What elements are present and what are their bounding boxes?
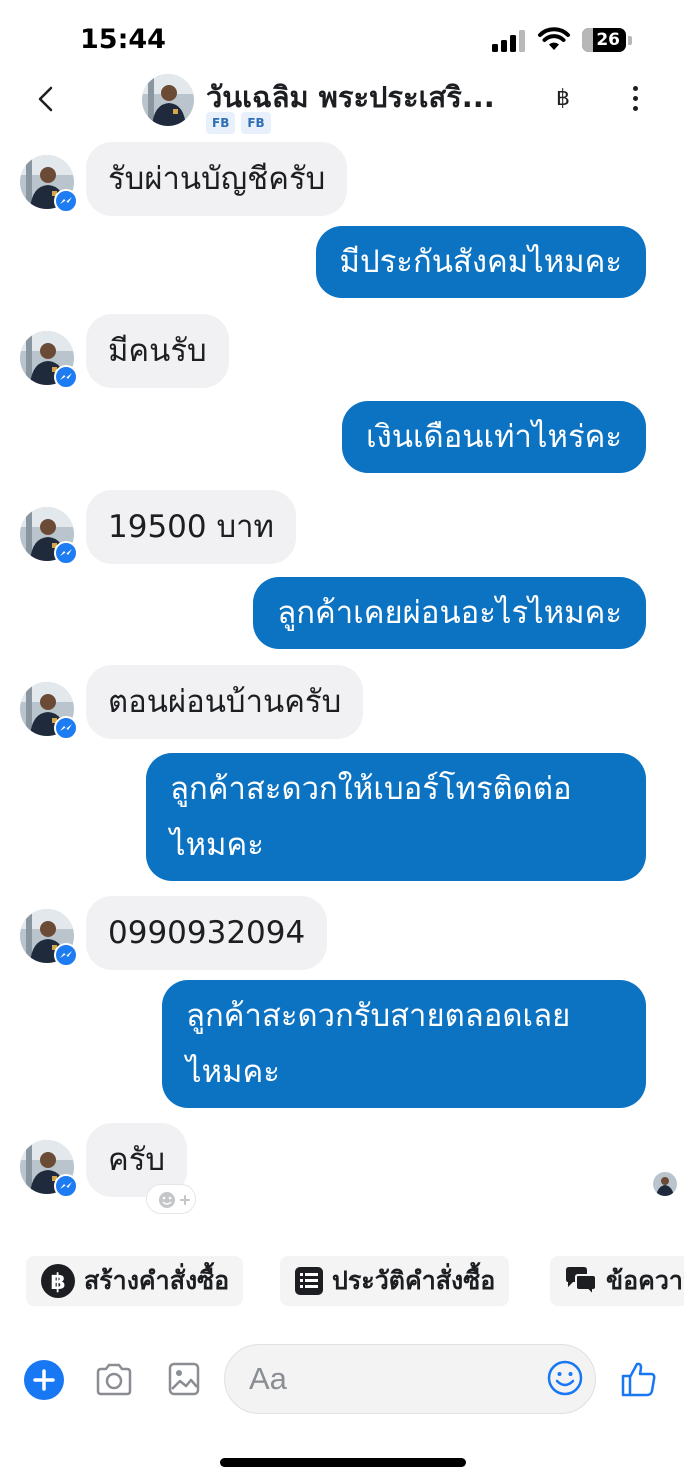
messenger-badge-icon (54, 1174, 78, 1198)
create-order-button[interactable]: ฿ สร้างคำสั่งซื้อ (26, 1256, 244, 1306)
message-bubble-outgoing[interactable]: เงินเดือนเท่าไหร่คะ (342, 401, 646, 473)
svg-text:฿: ฿ (50, 1270, 65, 1295)
emoji-icon[interactable] (547, 1360, 583, 1396)
create-order-label: สร้างคำสั่งซื้อ (84, 1266, 230, 1295)
contact-avatar[interactable] (142, 74, 194, 126)
back-chevron-icon[interactable] (32, 84, 62, 114)
add-reaction-button[interactable] (146, 1184, 196, 1214)
message-input[interactable] (249, 1359, 539, 1399)
order-list-icon (295, 1267, 323, 1295)
message-bubble-incoming[interactable]: ตอนผ่อนบ้านครับ (86, 665, 364, 739)
messenger-badge-icon (54, 541, 78, 565)
message-bubble-outgoing[interactable]: มีประกันสังคมไหมคะ (315, 226, 646, 298)
battery-icon: 26 (582, 28, 632, 52)
messenger-badge-icon (54, 365, 78, 389)
wifi-icon (538, 27, 570, 50)
status-time: 15:44 (80, 24, 166, 55)
message-bubble-incoming[interactable]: 19500 บาท (86, 490, 296, 564)
chat-header: วันเฉลิม พระประเสริ... FB FB ฿ (0, 70, 684, 142)
messenger-badge-icon (54, 716, 78, 740)
cellular-signal-icon (492, 30, 526, 52)
battery-percent: 26 (596, 30, 620, 50)
order-history-button[interactable]: ประวัติคำสั่งซื้อ (280, 1256, 510, 1306)
message-list[interactable]: รับผ่านบัญชีครับ มีประกันสังคมไหมคะ มีคน… (0, 142, 684, 1232)
baht-icon[interactable]: ฿ (556, 86, 570, 111)
chat-bubbles-icon (566, 1267, 597, 1296)
home-indicator[interactable] (220, 1458, 466, 1467)
message-bubble-outgoing[interactable]: ลูกค้าสะดวกให้เบอร์โทรติดต่อไหมคะ (146, 753, 646, 881)
composer-bar (0, 1340, 684, 1420)
tag-badge: FB (241, 112, 271, 134)
thumbs-up-icon[interactable] (620, 1360, 658, 1398)
message-bubble-incoming[interactable]: 0990932094 (86, 896, 328, 970)
battery-level-fill (582, 28, 593, 52)
baht-circle-icon: ฿ (41, 1264, 75, 1298)
saved-replies-button[interactable]: ข้อความ (550, 1256, 684, 1306)
quick-actions-bar: ฿ สร้างคำสั่งซื้อ ประวัติคำสั่งซื้อ ข้อค… (0, 1256, 684, 1308)
order-history-label: ประวัติคำสั่งซื้อ (332, 1266, 496, 1295)
gallery-icon[interactable] (168, 1362, 200, 1396)
more-options-icon[interactable] (628, 86, 642, 116)
message-bubble-outgoing[interactable]: ลูกค้าเคยผ่อนอะไรไหมคะ (253, 577, 646, 649)
contact-tags: FB FB (206, 112, 271, 134)
status-bar: 15:44 26 (0, 0, 684, 70)
message-input-container[interactable] (224, 1344, 596, 1414)
tag-badge: FB (206, 112, 236, 134)
messenger-badge-icon (54, 189, 78, 213)
message-bubble-outgoing[interactable]: ลูกค้าสะดวกรับสายตลอดเลยไหมคะ (162, 980, 646, 1108)
message-bubble-incoming[interactable]: มีคนรับ (86, 314, 229, 388)
message-bubble-incoming[interactable]: รับผ่านบัญชีครับ (86, 142, 348, 216)
camera-icon[interactable] (94, 1362, 134, 1398)
saved-replies-label: ข้อความ (606, 1266, 684, 1295)
messenger-badge-icon (54, 943, 78, 967)
seen-avatar (653, 1172, 677, 1196)
add-attachment-button[interactable] (24, 1360, 64, 1400)
plus-icon (33, 1369, 55, 1391)
